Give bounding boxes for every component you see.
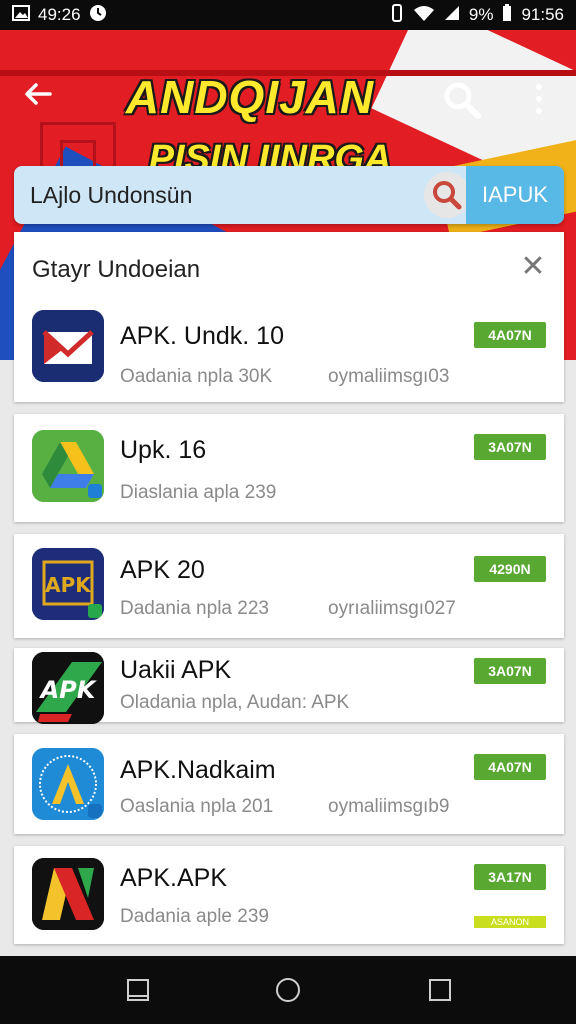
signal-icon xyxy=(444,5,460,26)
secondary-badge: ASANON xyxy=(474,916,546,928)
app-name: Upk. 16 xyxy=(120,436,207,464)
download-badge[interactable]: 4290N xyxy=(474,556,546,582)
app-subtitle: Oadania npla 30K xyxy=(120,366,273,387)
search-bar[interactable]: LAjlo Undonsün IAPUK xyxy=(14,166,564,224)
app-name: Uakii APK xyxy=(120,656,232,684)
apk-badge-icon: APK xyxy=(32,548,104,620)
banner-title-line1: ANDQIJAN xyxy=(125,71,375,123)
mail-icon xyxy=(32,310,104,382)
apk-logo-icon: APK xyxy=(32,652,104,724)
download-badge[interactable]: 3A07N xyxy=(474,658,546,684)
list-item[interactable]: APK.APK Dadania aple 239 3A17N ASANON xyxy=(14,846,564,944)
svg-text:APK: APK xyxy=(39,676,98,704)
app-subtitle-right: oyrıaliimsgı027 xyxy=(328,598,456,619)
app-name: APK.APK xyxy=(120,864,227,892)
status-time-left: 49:26 xyxy=(38,5,81,24)
search-icon xyxy=(433,181,462,210)
n-letter-icon xyxy=(32,858,104,930)
list-item[interactable]: APK APK 20 Dadania npla 223 oyrıaliimsgı… xyxy=(14,534,564,638)
download-badge[interactable]: 4A07N xyxy=(474,754,546,780)
navigation-bar xyxy=(0,956,576,1024)
app-subtitle: Oaslania npla 201 xyxy=(120,796,274,817)
app-subtitle: Diaslania apla 239 xyxy=(120,482,277,503)
battery-text: 9% xyxy=(468,5,494,24)
a-letter-icon xyxy=(32,748,104,820)
status-bar: 49:26 9% 91:56 xyxy=(0,0,576,30)
download-badge[interactable]: 3A17N xyxy=(474,864,546,890)
app-name: APK.Nadkaim xyxy=(120,756,276,784)
list-item[interactable]: Upk. 16 Diaslania apla 239 3A07N xyxy=(14,414,564,522)
app-subtitle-right: oymaliimsgıb9 xyxy=(328,796,450,817)
vibrate-icon xyxy=(390,3,404,27)
home-icon[interactable] xyxy=(274,976,302,1004)
header-search-button[interactable] xyxy=(438,76,486,124)
app-subtitle: Dadania aple 239 xyxy=(120,906,269,927)
app-name: APK 20 xyxy=(120,556,205,584)
recent-apps-icon[interactable] xyxy=(124,976,152,1004)
status-clock: 91:56 xyxy=(521,5,564,24)
list-item[interactable]: APK. Undk. 10 Oadania npla 30K oymaliims… xyxy=(14,300,564,400)
gallery-icon xyxy=(12,4,30,26)
clock-face-icon xyxy=(89,4,107,27)
search-field-icon[interactable] xyxy=(424,172,470,218)
svg-text:APK: APK xyxy=(45,573,92,597)
app-subtitle: Dadania npla 223 xyxy=(120,598,269,619)
search-input[interactable]: LAjlo Undonsün xyxy=(30,182,192,209)
wifi-icon xyxy=(413,5,435,26)
app-subtitle-right: oymaliimsgı03 xyxy=(328,366,450,387)
overview-icon[interactable] xyxy=(426,976,454,1004)
search-icon xyxy=(444,82,481,119)
drive-icon xyxy=(32,430,104,502)
more-vert-icon[interactable] xyxy=(524,78,554,122)
list-item[interactable]: APK.Nadkaim Oaslania npla 201 oymaliimsg… xyxy=(14,734,564,834)
download-badge[interactable]: 4A07N xyxy=(474,322,546,348)
close-icon[interactable]: ✕ xyxy=(520,252,546,282)
search-submit-button[interactable]: IAPUK xyxy=(466,166,564,224)
list-item[interactable]: APK Uakii APK Oladania npla, Audan: APK … xyxy=(14,648,564,724)
download-badge[interactable]: 3A07N xyxy=(474,434,546,460)
results-title: Gtayr Undoeian xyxy=(32,256,201,283)
app-name: APK. Undk. 10 xyxy=(120,322,284,350)
battery-icon xyxy=(502,3,512,27)
app-subtitle: Oladania npla, Audan: APK xyxy=(120,692,350,713)
